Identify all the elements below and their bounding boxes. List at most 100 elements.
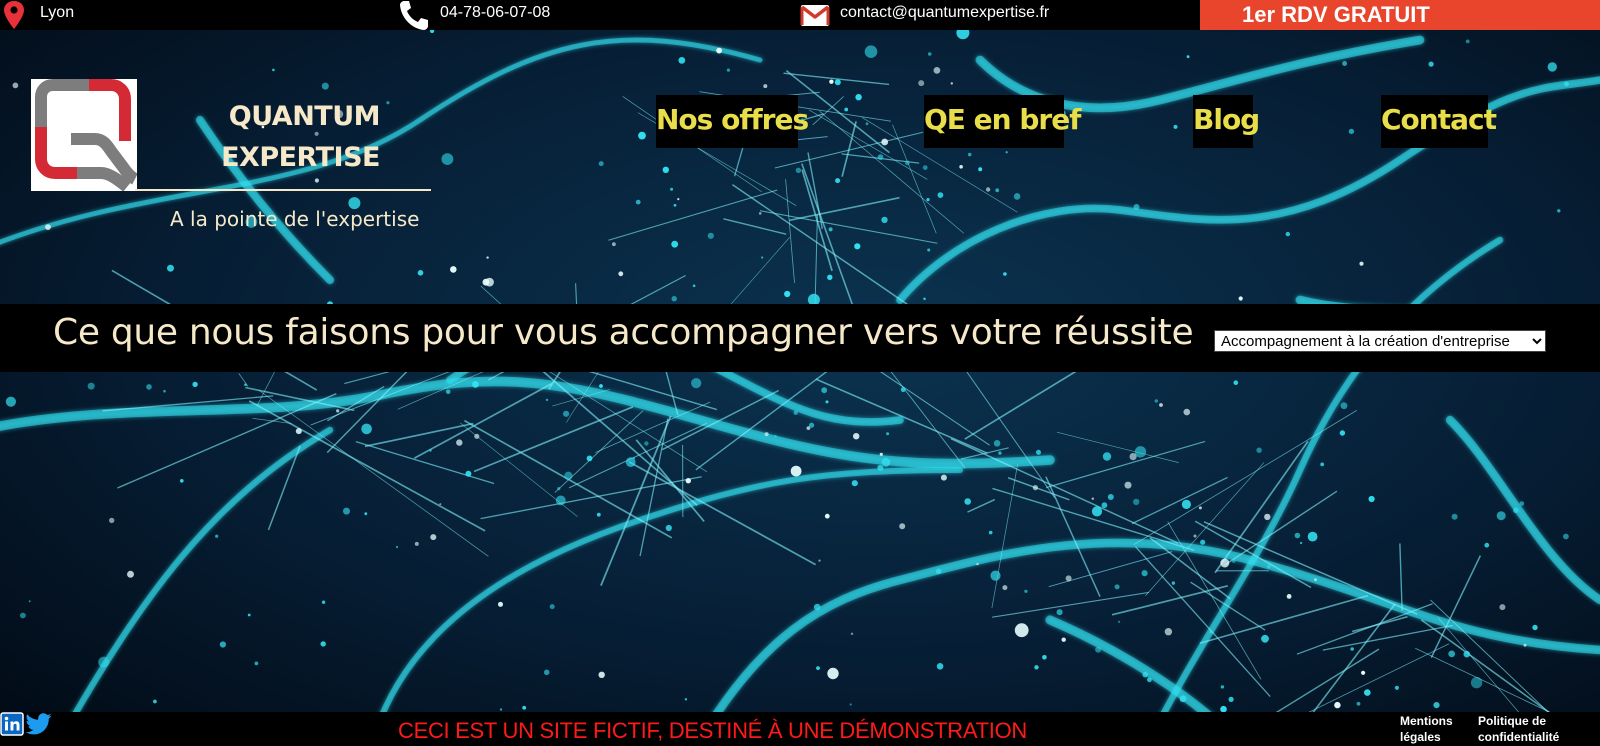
network-node: [1154, 399, 1159, 403]
network-node: [849, 703, 852, 706]
network-node: [976, 562, 979, 566]
network-node: [1133, 498, 1140, 506]
network-node: [167, 264, 174, 272]
network-node: [988, 530, 993, 535]
legal-notice-link[interactable]: Mentions légales: [1400, 713, 1468, 745]
email-info[interactable]: contact@quantumexpertise.fr: [800, 0, 1049, 30]
phone-text: 04-78-06-07-08: [440, 4, 551, 21]
network-node: [596, 512, 601, 517]
location-info: Lyon: [0, 0, 74, 30]
network-node: [543, 669, 550, 676]
network-node: [1267, 564, 1271, 569]
nav-contact[interactable]: Contact: [1381, 95, 1497, 148]
network-node: [1159, 403, 1163, 407]
network-node: [1342, 61, 1348, 66]
network-node: [993, 440, 1001, 447]
nav-offres[interactable]: Nos offres: [656, 95, 809, 148]
network-node: [1428, 61, 1434, 67]
phone-info[interactable]: 04-78-06-07-08: [398, 0, 550, 30]
nav-qe-en-bref[interactable]: QE en bref: [924, 95, 1081, 148]
network-node: [557, 487, 561, 491]
network-node: [1463, 650, 1471, 658]
network-node: [247, 613, 251, 617]
network-node: [12, 82, 19, 89]
network-node: [1519, 501, 1525, 506]
service-select[interactable]: Accompagnement à la création d'entrepris…: [1214, 330, 1546, 352]
network-node: [1364, 689, 1371, 696]
network-node: [829, 79, 834, 84]
network-node: [793, 410, 798, 415]
network-node: [1532, 624, 1538, 631]
linkedin-link[interactable]: [0, 712, 24, 736]
network-node: [1564, 81, 1569, 87]
network-node: [625, 457, 636, 467]
network-node: [854, 243, 861, 250]
network-node: [336, 409, 340, 413]
network-node: [828, 227, 833, 232]
network-node: [563, 410, 570, 417]
network-node: [825, 400, 829, 404]
network-node: [821, 387, 828, 394]
network-node: [498, 601, 503, 607]
network-node: [1014, 623, 1029, 638]
network-node: [549, 604, 555, 610]
network-node: [45, 224, 51, 231]
network-node: [1101, 502, 1108, 509]
network-node: [1294, 532, 1301, 539]
network-node: [790, 465, 802, 477]
privacy-policy-line-2: confidentialité: [1478, 730, 1560, 744]
twitter-link[interactable]: [26, 712, 52, 736]
network-node: [665, 524, 672, 532]
network-node: [1361, 670, 1366, 675]
network-node: [927, 248, 931, 252]
network-node: [1003, 272, 1007, 276]
network-node: [1173, 124, 1178, 129]
brand-line-2: EXPERTISE: [221, 142, 380, 173]
network-node: [599, 384, 603, 388]
network-node: [886, 432, 890, 436]
network-node: [1451, 513, 1458, 520]
network-node: [827, 667, 839, 680]
privacy-policy-link[interactable]: Politique de confidentialité: [1478, 713, 1578, 745]
network-node: [295, 428, 302, 435]
network-node: [816, 666, 820, 670]
network-node: [1193, 534, 1197, 538]
network-node: [677, 198, 680, 201]
network-node: [1285, 231, 1291, 237]
network-node: [465, 470, 472, 477]
network-node: [1261, 634, 1269, 643]
network-node: [1042, 655, 1047, 660]
network-node: [899, 523, 906, 530]
network-node: [1209, 630, 1213, 634]
network-node: [1181, 499, 1191, 509]
network-node: [764, 432, 769, 437]
network-node: [1198, 506, 1202, 510]
network-node: [1264, 513, 1271, 521]
mail-icon: [800, 5, 830, 26]
network-node: [950, 82, 953, 85]
network-node: [900, 387, 906, 393]
network-node: [1348, 128, 1355, 135]
network-node: [978, 167, 983, 172]
nav-blog[interactable]: Blog: [1193, 95, 1260, 148]
brand-line-1: QUANTUM: [228, 101, 381, 132]
network-node: [813, 603, 821, 611]
network-node: [28, 600, 31, 603]
network-node: [361, 423, 372, 435]
free-appointment-button[interactable]: 1er RDV GRATUIT: [1200, 0, 1600, 30]
logo[interactable]: [31, 79, 138, 192]
network-node: [386, 101, 390, 105]
brand-name: QUANTUM EXPERTISE: [210, 96, 380, 178]
twitter-icon: [26, 713, 52, 735]
network-node: [1238, 296, 1243, 301]
network-node: [482, 278, 490, 286]
network-node: [1024, 589, 1028, 593]
network-node: [685, 478, 691, 484]
network-node: [827, 274, 833, 280]
network-node: [844, 107, 849, 112]
network-node: [1465, 39, 1470, 44]
network-node: [881, 457, 891, 467]
network-node: [472, 381, 479, 388]
network-node: [87, 382, 95, 390]
network-node: [1523, 643, 1527, 647]
